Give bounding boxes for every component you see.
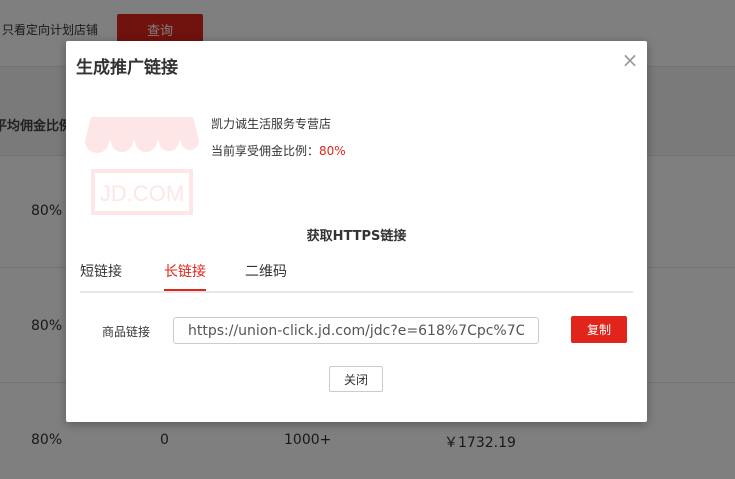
link-type-tabs: 短链接 长链接 二维码 (80, 261, 633, 293)
commission-info: 当前享受佣金比例：80% (211, 142, 346, 159)
copy-button[interactable]: 复制 (571, 316, 627, 343)
generate-link-dialog: 生成推广链接 × JD.COM 凯力诚生活服务专营店 当前享受佣金比例：80% … (66, 41, 647, 422)
shop-logo-text: JD.COM (100, 181, 184, 206)
commission-label: 当前享受佣金比例： (211, 144, 320, 158)
close-icon[interactable]: × (621, 50, 639, 70)
dialog-title: 生成推广链接 (76, 58, 178, 78)
product-link-label: 商品链接 (102, 325, 151, 339)
product-link-input[interactable] (173, 317, 539, 344)
tab-qr-code[interactable]: 二维码 (245, 261, 287, 289)
close-button[interactable]: 关闭 (329, 366, 383, 392)
tab-short-link[interactable]: 短链接 (80, 261, 122, 289)
shop-name: 凯力诚生活服务专营店 (211, 117, 332, 131)
shop-logo-icon: JD.COM (85, 117, 199, 215)
commission-value: 80% (319, 144, 346, 158)
https-link-section-title: 获取HTTPS链接 (306, 229, 407, 244)
tab-long-link[interactable]: 长链接 (164, 261, 206, 291)
